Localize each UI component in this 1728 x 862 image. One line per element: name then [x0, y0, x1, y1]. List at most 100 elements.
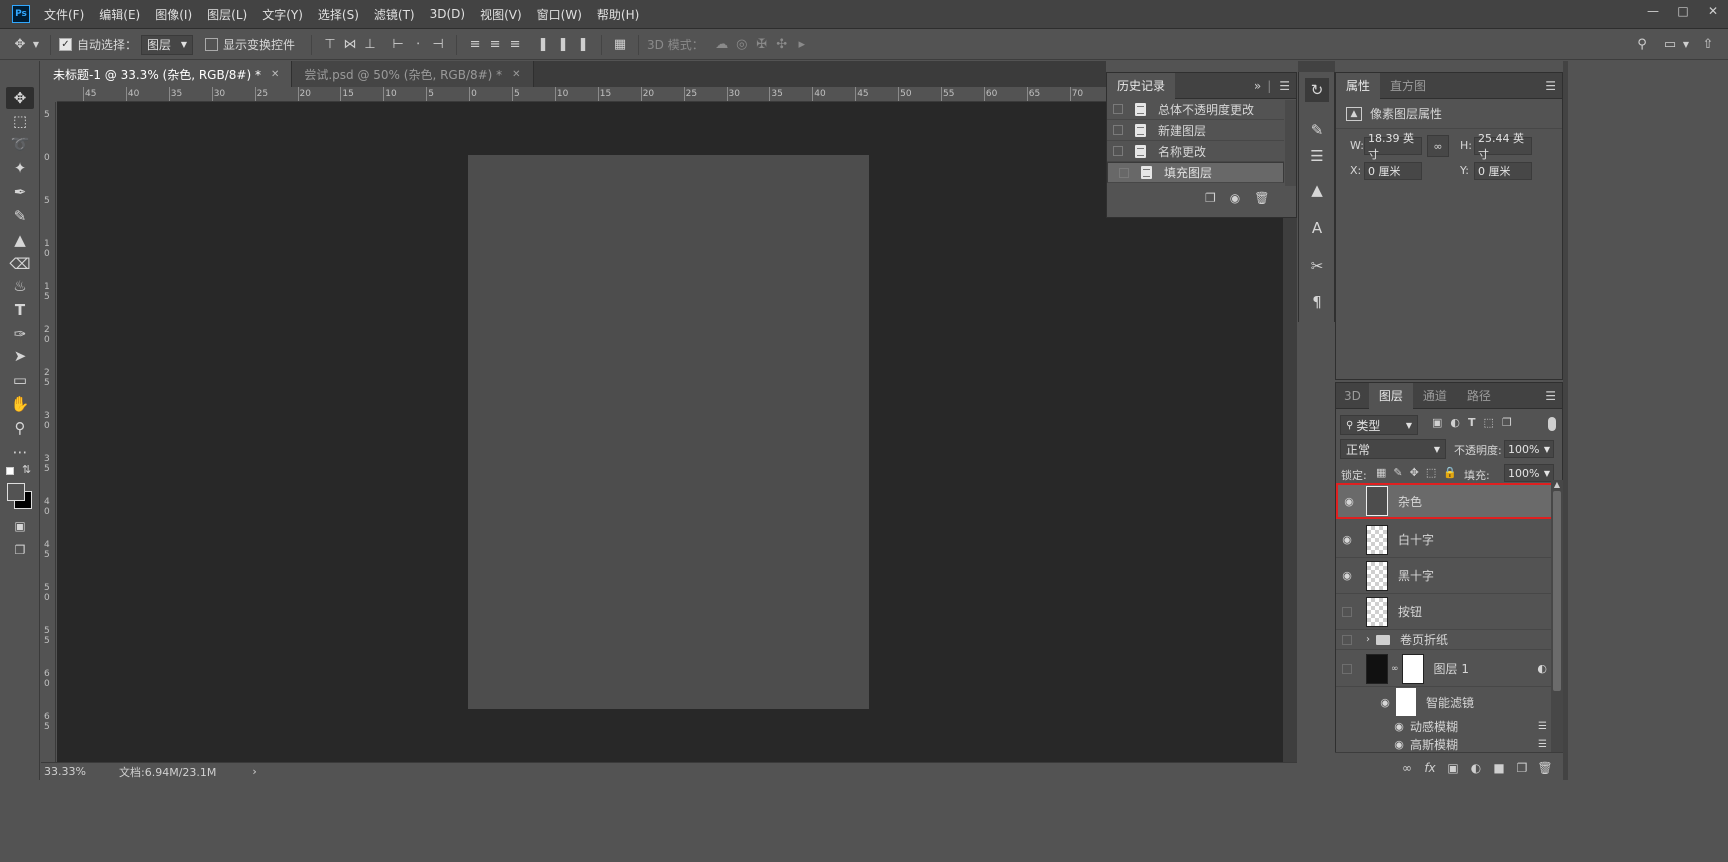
3d-orbit-icon[interactable]: ☁ — [712, 35, 732, 55]
document-canvas[interactable] — [468, 155, 869, 709]
history-item[interactable]: 新建图层 — [1107, 120, 1284, 141]
filter-options-icon[interactable]: ☰ — [1538, 721, 1547, 732]
lock-position-icon[interactable]: ✥ — [1410, 466, 1419, 479]
new-layer-icon[interactable]: ❐ — [1512, 761, 1532, 775]
x-input[interactable]: 0 厘米 — [1364, 162, 1422, 180]
align-left-icon[interactable]: ⊢ — [388, 35, 408, 55]
smart-filter-indicator-icon[interactable]: ◐ — [1537, 662, 1547, 675]
photoshop-logo-icon[interactable]: Ps — [12, 5, 30, 23]
visibility-eye-icon[interactable]: ◉ — [1336, 569, 1358, 582]
menu-view[interactable]: 视图(V) — [480, 6, 522, 23]
tool-presets-icon[interactable]: ✂ — [1305, 254, 1329, 278]
panel-menu-icon[interactable]: ☰ — [1545, 79, 1556, 93]
scroll-up-icon[interactable]: ▲ — [1551, 480, 1563, 489]
height-input[interactable]: 25.44 英寸 — [1474, 132, 1532, 161]
paint-bucket-tool-icon[interactable]: ♨ — [6, 275, 34, 297]
foreground-color-swatch[interactable] — [7, 483, 25, 501]
smart-filter-row[interactable]: ◉ 智能滤镜 — [1336, 687, 1551, 717]
collapse-panel-icon[interactable]: » — [1254, 79, 1261, 93]
lock-artboard-icon[interactable]: ⬚ — [1426, 466, 1436, 479]
visibility-eye-icon[interactable]: ◉ — [1388, 738, 1410, 751]
eyedropper-tool-icon[interactable]: ✒ — [6, 181, 34, 203]
new-group-icon[interactable]: ■ — [1489, 761, 1509, 775]
history-item[interactable]: 名称更改 — [1107, 141, 1284, 162]
menu-image[interactable]: 图像(I) — [155, 6, 192, 23]
align-right-icon[interactable]: ⊣ — [428, 35, 448, 55]
layer-filter-dropdown[interactable]: ⚲ 类型 ▼ — [1340, 415, 1418, 435]
brush-settings-icon[interactable]: ✎ — [1305, 118, 1329, 142]
minimize-icon[interactable]: — — [1638, 0, 1668, 22]
filter-type-icon[interactable]: T — [1468, 416, 1476, 429]
menu-filter[interactable]: 滤镜(T) — [374, 6, 415, 23]
visibility-eye-icon[interactable]: ◉ — [1374, 696, 1396, 709]
history-item[interactable]: 总体不透明度更改 — [1107, 99, 1284, 120]
lock-all-icon[interactable]: 🔒 — [1443, 466, 1457, 479]
lock-transparent-icon[interactable]: ▦ — [1376, 466, 1386, 479]
tab-3d[interactable]: 3D — [1336, 383, 1369, 409]
width-input[interactable]: 18.39 英寸 — [1364, 132, 1422, 161]
tab-properties[interactable]: 属性 — [1336, 72, 1381, 99]
path-selection-tool-icon[interactable]: ➤ — [6, 345, 34, 367]
tab-histogram[interactable]: 直方图 — [1380, 73, 1436, 99]
default-colors-icon[interactable] — [6, 467, 14, 475]
layer-mask-thumbnail[interactable] — [1401, 653, 1424, 684]
quick-mask-icon[interactable]: ▣ — [6, 515, 34, 537]
layer-row[interactable]: ∞ 图层 1 ◐ — [1336, 651, 1551, 687]
layer-group-row[interactable]: › 卷页折纸 — [1336, 630, 1551, 650]
menu-file[interactable]: 文件(F) — [44, 6, 84, 23]
move-tool-preset-icon[interactable]: ✥ — [10, 35, 30, 55]
history-scrollbar[interactable] — [1285, 100, 1296, 186]
move-tool-icon[interactable]: ✥ — [6, 87, 34, 109]
eraser-tool-icon[interactable]: ⌫ — [6, 253, 34, 275]
visibility-eye-icon[interactable]: ◉ — [1338, 495, 1360, 508]
horizontal-ruler[interactable]: 45 40 35 30 25 20 15 10 5 0 5 10 15 20 25 30 35 40 45 50 55 6… — [57, 87, 1283, 102]
filter-toggle[interactable] — [1548, 417, 1556, 431]
tab-untitled-1[interactable]: 未标题-1 @ 33.3% (杂色, RGB/8#) * ✕ — [41, 61, 293, 87]
history-brush-source-checkbox[interactable] — [1113, 146, 1123, 156]
more-tools-icon[interactable]: ⋯ — [6, 441, 34, 463]
tab-channels[interactable]: 通道 — [1413, 383, 1457, 409]
paragraph-panel-icon[interactable]: ¶ — [1305, 290, 1329, 314]
filter-adjustment-icon[interactable]: ◐ — [1450, 416, 1460, 429]
menu-help[interactable]: 帮助(H) — [597, 6, 639, 23]
visibility-eye-icon[interactable]: ◉ — [1388, 720, 1410, 733]
menu-layer[interactable]: 图层(L) — [207, 6, 247, 23]
new-document-from-state-icon[interactable]: ❐ — [1205, 191, 1216, 205]
adjustment-layer-icon[interactable]: ◐ — [1466, 761, 1486, 775]
distribute-vcenter-icon[interactable]: ≡ — [485, 35, 505, 55]
trash-icon[interactable]: 🗑 — [1535, 761, 1555, 775]
auto-select-checkbox[interactable]: ✓ — [59, 38, 72, 51]
search-icon[interactable]: ⚲ — [1632, 35, 1652, 55]
chevron-down-icon[interactable]: ▼ — [1544, 445, 1550, 454]
distribute-right-icon[interactable]: ❚ — [573, 35, 593, 55]
filter-effect-row[interactable]: ◉ 高斯模糊 ☰ — [1336, 735, 1551, 753]
3d-camera-icon[interactable]: ▸ — [792, 35, 812, 55]
layer-row[interactable]: ◉ 黑十字 — [1336, 558, 1551, 594]
lock-image-icon[interactable]: ✎ — [1393, 466, 1402, 479]
opacity-input[interactable]: 100% ▼ — [1504, 440, 1554, 458]
menu-3d[interactable]: 3D(D) — [430, 7, 465, 21]
align-top-icon[interactable]: ⊤ — [320, 35, 340, 55]
panel-menu-icon[interactable]: ☰ — [1279, 79, 1290, 93]
clone-source-icon[interactable]: ▲ — [1305, 178, 1329, 202]
icon-strip-grip[interactable] — [1298, 61, 1335, 72]
filter-options-icon[interactable]: ☰ — [1538, 739, 1547, 750]
blend-mode-dropdown[interactable]: 正常 ▼ — [1340, 439, 1446, 459]
auto-align-icon[interactable]: ▦ — [610, 35, 630, 55]
close-icon[interactable]: ✕ — [512, 69, 520, 80]
tab-history[interactable]: 历史记录 — [1107, 72, 1176, 99]
zoom-level[interactable]: 33.33% — [41, 765, 89, 778]
filter-smart-object-icon[interactable]: ❐ — [1502, 416, 1512, 429]
trash-icon[interactable]: 🗑 — [1254, 191, 1269, 205]
chevron-right-icon[interactable]: › — [252, 765, 256, 778]
menu-edit[interactable]: 编辑(E) — [99, 6, 140, 23]
chevron-down-icon[interactable]: ▼ — [30, 35, 42, 55]
history-item-selected[interactable]: 填充图层 — [1107, 162, 1284, 183]
chevron-down-icon[interactable]: ▼ — [1680, 35, 1692, 55]
layer-row-selected[interactable]: ◉ 杂色 — [1336, 483, 1553, 519]
menu-type[interactable]: 文字(Y) — [262, 6, 303, 23]
fill-input[interactable]: 100% ▼ — [1504, 464, 1554, 482]
vertical-ruler[interactable]: 5 0 5 10 15 20 25 30 35 40 45 50 55 60 65 — [41, 102, 56, 762]
history-brush-source-checkbox[interactable] — [1119, 167, 1129, 178]
distribute-hcenter-icon[interactable]: ❚ — [553, 35, 573, 55]
